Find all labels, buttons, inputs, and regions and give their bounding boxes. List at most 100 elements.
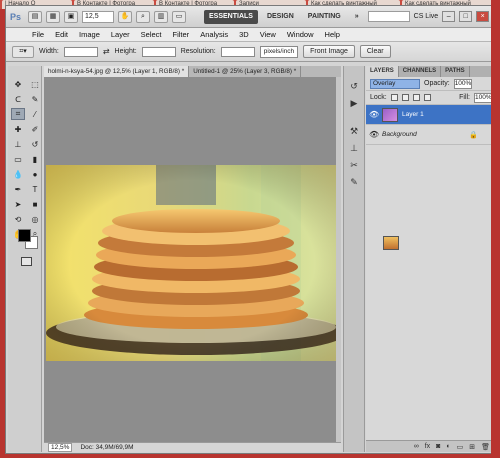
zoom-percent-field[interactable]: 12,5% <box>48 443 73 452</box>
view-extras-icon[interactable]: ▣ <box>64 10 78 23</box>
workspace-more[interactable]: » <box>350 10 364 24</box>
history-panel-icon[interactable]: ↺ <box>347 80 361 92</box>
new-group-icon[interactable]: ▭ <box>457 443 464 451</box>
tab-channels[interactable]: CHANNELS <box>399 66 442 77</box>
cs-live-menu[interactable]: CS Live <box>414 13 439 20</box>
lock-pixels-icon[interactable] <box>401 94 409 101</box>
layer-style-icon[interactable]: fx <box>425 443 430 450</box>
quick-select-tool-icon[interactable]: ✎ <box>28 93 42 105</box>
quick-mask-icon[interactable] <box>21 257 32 266</box>
blend-mode-select[interactable]: Overlay <box>370 78 420 89</box>
close-button[interactable]: × <box>476 11 490 22</box>
paragraph-panel-icon[interactable]: ✎ <box>347 176 361 188</box>
menu-help[interactable]: Help <box>325 30 340 39</box>
toolbox: ✥ ⬚ ᑕ ✎ ⌗ ⁄ ✚ ✐ ⊥ ↺ ▭ ▮ 💧 ● ✒ T ➤ ■ ⟲ ◎ … <box>8 66 42 452</box>
maximize-button[interactable]: □ <box>459 11 473 22</box>
delete-layer-icon[interactable]: 🗑 <box>481 443 490 451</box>
ps-logo: Ps <box>10 11 22 22</box>
screen-mode-icon[interactable]: ▭ <box>172 10 186 23</box>
history-brush-tool-icon[interactable]: ↺ <box>28 138 42 150</box>
dodge-tool-icon[interactable]: ● <box>28 168 42 180</box>
document-tab-untitled[interactable]: Untitled-1 @ 25% (Layer 3, RGB/8) * <box>189 66 302 77</box>
resolution-unit-select[interactable]: pixels/inch <box>259 45 299 58</box>
layer-row-layer-1[interactable]: 👁 Layer 1 <box>366 105 496 125</box>
3d-rotate-tool-icon[interactable]: ⟲ <box>11 213 25 225</box>
add-mask-icon[interactable]: ◙ <box>436 443 440 450</box>
workspace-painting[interactable]: PAINTING <box>303 10 346 24</box>
menu-window[interactable]: Window <box>287 30 314 39</box>
brush-tool-icon[interactable]: ✐ <box>28 123 42 135</box>
front-image-button[interactable]: Front Image <box>303 45 355 58</box>
crop-tool-preset-icon[interactable]: ⌗▾ <box>12 45 34 58</box>
lasso-tool-icon[interactable]: ᑕ <box>11 93 25 105</box>
layer-thumbnail <box>383 236 399 250</box>
gradient-tool-icon[interactable]: ▮ <box>28 153 42 165</box>
resolution-input[interactable] <box>220 46 255 57</box>
status-bar: 12,5% Doc: 34,9M/69,9M <box>44 442 341 452</box>
character-panel-icon[interactable]: ✂ <box>347 159 361 171</box>
tab-layers[interactable]: LAYERS <box>366 66 399 77</box>
menu-filter[interactable]: Filter <box>173 30 190 39</box>
zoom-level-select[interactable]: 12,5 <box>82 10 114 23</box>
layers-panel-tabs: LAYERS CHANNELS PATHS <box>366 66 496 77</box>
tab-paths[interactable]: PATHS <box>441 66 470 77</box>
swap-dimensions-icon[interactable]: ⇄ <box>103 47 110 56</box>
bridge-icon[interactable]: ▤ <box>28 10 42 23</box>
menu-layer[interactable]: Layer <box>111 30 130 39</box>
shape-tool-icon[interactable]: ■ <box>28 198 42 210</box>
healing-brush-tool-icon[interactable]: ✚ <box>11 123 25 135</box>
menu-select[interactable]: Select <box>141 30 162 39</box>
move-tool-icon[interactable]: ✥ <box>11 78 25 90</box>
3d-orbit-tool-icon[interactable]: ◎ <box>28 213 42 225</box>
minibridge-icon[interactable]: ▦ <box>46 10 60 23</box>
eye-icon[interactable]: 👁 <box>369 110 379 119</box>
zoom-tool-icon[interactable]: ⌕ <box>136 10 150 23</box>
eyedropper-tool-icon[interactable]: ⁄ <box>28 108 42 120</box>
type-tool-icon[interactable]: T <box>28 183 42 195</box>
arrange-documents-icon[interactable]: ▥ <box>154 10 168 23</box>
actions-panel-icon[interactable]: ▶ <box>347 97 361 109</box>
eye-icon[interactable]: 👁 <box>369 130 379 139</box>
clone-source-panel-icon[interactable]: ⊥ <box>347 142 361 154</box>
document-tab-holmi[interactable]: holmi-n-ksya-54.jpg @ 12,5% (Layer 1, RG… <box>44 66 190 77</box>
menu-image[interactable]: Image <box>79 30 100 39</box>
search-input[interactable] <box>367 11 410 22</box>
marquee-tool-icon[interactable]: ⬚ <box>28 78 42 90</box>
height-input[interactable] <box>141 46 176 57</box>
link-layers-icon[interactable]: ∞ <box>414 443 419 450</box>
minimize-button[interactable]: – <box>442 11 456 22</box>
menu-file[interactable]: File <box>32 30 44 39</box>
eraser-tool-icon[interactable]: ▭ <box>11 153 25 165</box>
canvas-area[interactable] <box>44 77 341 442</box>
workspace-essentials[interactable]: ESSENTIALS <box>204 9 258 24</box>
height-label: Height: <box>114 48 137 55</box>
menu-3d[interactable]: 3D <box>239 30 249 39</box>
foreground-color-swatch[interactable] <box>18 229 31 242</box>
opacity-input[interactable]: 100% <box>453 78 472 89</box>
collapsed-panel-dock: ↺ ▶ ⚒ ⊥ ✂ ✎ <box>343 66 365 452</box>
lock-position-icon[interactable] <box>412 94 420 101</box>
lock-all-icon[interactable] <box>423 94 431 101</box>
menu-edit[interactable]: Edit <box>55 30 68 39</box>
clear-button[interactable]: Clear <box>359 45 391 58</box>
layer-row-background[interactable]: 👁 Background 🔒 <box>366 125 496 250</box>
blur-tool-icon[interactable]: 💧 <box>11 168 25 180</box>
opacity-label: Opacity: <box>424 80 450 87</box>
fill-input[interactable]: 100% <box>474 92 492 103</box>
pen-tool-icon[interactable]: ✒ <box>11 183 25 195</box>
clone-stamp-tool-icon[interactable]: ⊥ <box>11 138 25 150</box>
document-tabs: holmi-n-ksya-54.jpg @ 12,5% (Layer 1, RG… <box>44 66 341 77</box>
hand-tool-icon[interactable]: ✋ <box>118 10 132 23</box>
workspace-design[interactable]: DESIGN <box>262 10 299 24</box>
canvas-vertical-scrollbar[interactable] <box>336 77 341 442</box>
adjustment-layer-icon[interactable]: ◐ <box>446 443 450 450</box>
new-layer-icon[interactable]: ⊞ <box>469 443 475 451</box>
path-selection-tool-icon[interactable]: ➤ <box>11 198 25 210</box>
menu-view[interactable]: View <box>260 30 276 39</box>
pancake-photo[interactable] <box>46 165 338 361</box>
crop-tool-icon[interactable]: ⌗ <box>11 108 25 120</box>
width-input[interactable] <box>63 46 98 57</box>
tool-presets-panel-icon[interactable]: ⚒ <box>347 125 361 137</box>
menu-analysis[interactable]: Analysis <box>200 30 228 39</box>
lock-transparency-icon[interactable] <box>390 94 398 101</box>
